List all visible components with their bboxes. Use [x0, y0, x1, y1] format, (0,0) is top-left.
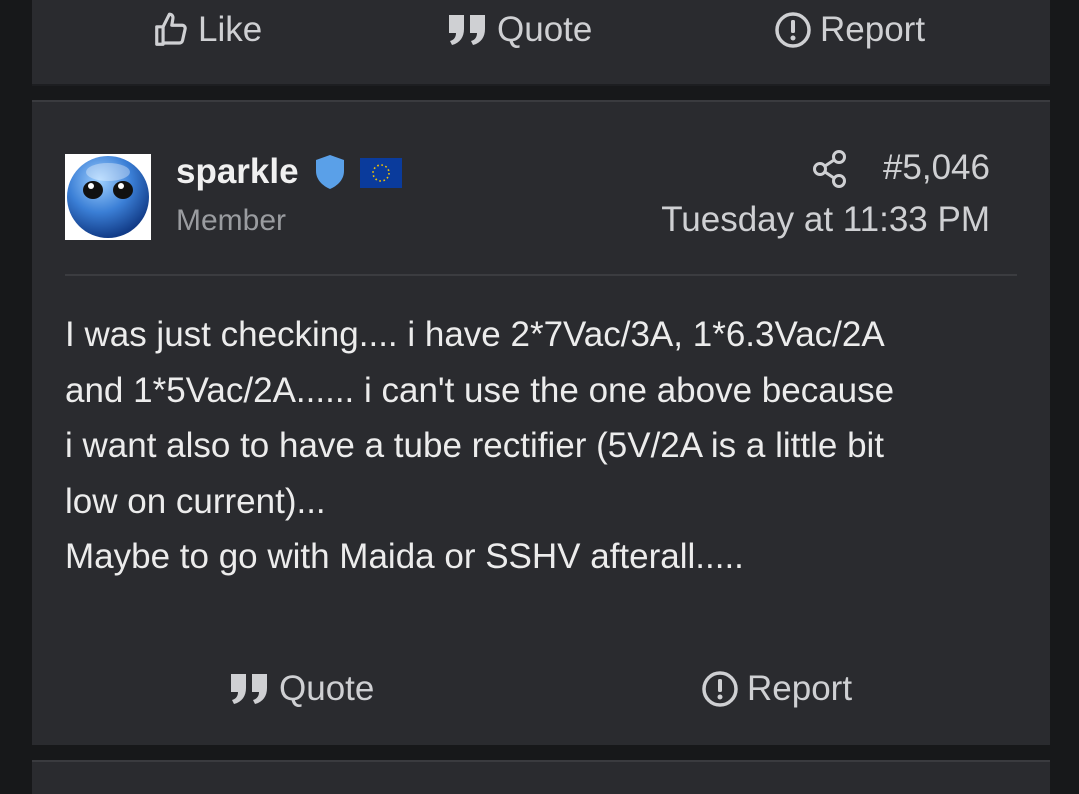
quote-icon [229, 672, 271, 706]
post-body-line: Maybe to go with Maida or SSHV afterall.… [65, 537, 744, 576]
previous-post-footer: Like Quote Report [32, 0, 1050, 86]
quote-button[interactable]: Quote [229, 669, 374, 709]
post-number-link[interactable]: #5,046 [883, 148, 990, 188]
exclamation-circle-icon [701, 670, 739, 708]
post-timestamp[interactable]: Tuesday at 11:33 PM [661, 200, 990, 240]
report-label: Report [820, 10, 926, 49]
quote-button[interactable]: Quote [447, 10, 592, 50]
report-button[interactable]: Report [701, 669, 852, 709]
post-body-line: I was just checking.... i have 2*7Vac/3A… [65, 315, 885, 354]
thumbs-up-icon [152, 11, 190, 49]
exclamation-circle-icon [774, 11, 812, 49]
report-label: Report [747, 669, 853, 708]
avatar[interactable] [65, 154, 151, 240]
quote-icon [447, 13, 489, 47]
post-body-line: i want also to have a tube rectifier (5V… [65, 426, 885, 465]
user-role: Member [176, 204, 287, 237]
post-body-line: low on current)... [65, 481, 326, 521]
verified-badge-icon [314, 154, 346, 195]
share-icon[interactable] [812, 149, 848, 194]
post-body-line: and 1*5Vac/2A...... i can't use the one … [65, 370, 895, 410]
thread-page: Like Quote Report sparkle Member #5,046 … [0, 0, 1079, 794]
username-link[interactable]: sparkle [176, 152, 299, 192]
quote-label: Quote [497, 10, 593, 49]
quote-label: Quote [279, 669, 375, 708]
report-button[interactable]: Report [774, 10, 925, 50]
eu-flag-icon [360, 158, 402, 188]
header-divider [65, 274, 1017, 276]
forum-post: sparkle Member #5,046 Tuesday at 11:33 P… [32, 100, 1050, 745]
like-button[interactable]: Like [152, 10, 262, 50]
like-label: Like [198, 10, 263, 49]
next-post [32, 760, 1050, 794]
avatar-image [67, 156, 149, 238]
post-body: I was just checking.... i have 2*7Vac/3A… [65, 307, 1025, 585]
